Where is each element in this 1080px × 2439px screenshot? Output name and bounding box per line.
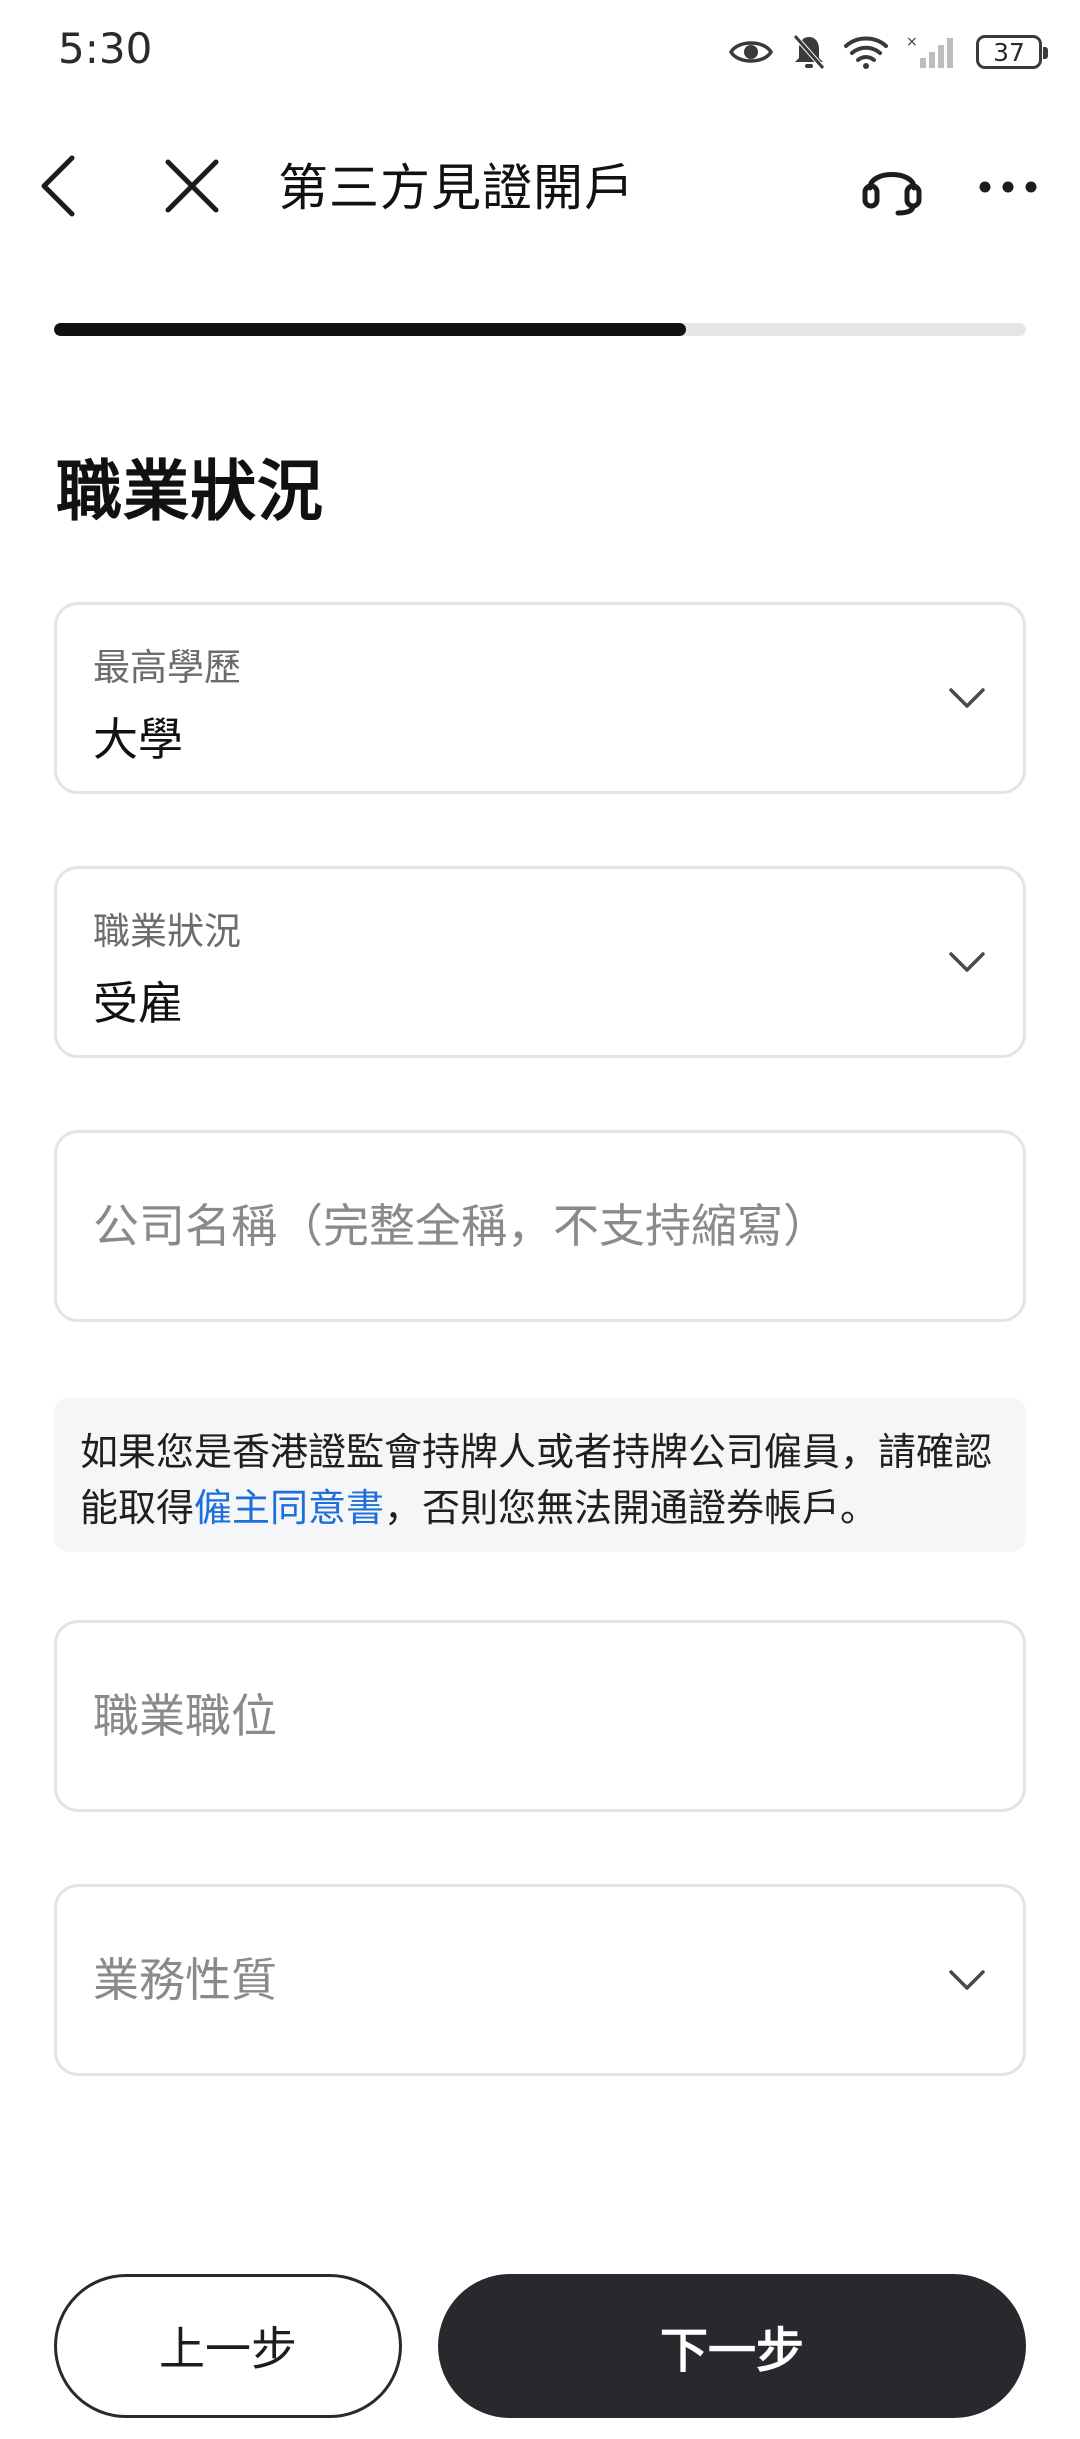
chevron-down-icon xyxy=(949,952,985,972)
business-nature-placeholder: 業務性質 xyxy=(93,1953,277,2007)
svg-text:×: × xyxy=(906,34,918,50)
nav-bar: 第三方見證開戶 xyxy=(0,130,1080,246)
employment-status-value: 受雇 xyxy=(93,977,184,1030)
battery-level: 37 xyxy=(993,37,1025,67)
notice-text-after: ，否則您無法開通證券帳戶。 xyxy=(384,1486,879,1530)
company-name-placeholder: 公司名稱（完整全稱，不支持縮寫） xyxy=(93,1199,829,1253)
status-time: 5:30 xyxy=(58,24,153,73)
back-chevron-icon xyxy=(36,154,80,222)
chevron-down-icon xyxy=(949,1970,985,1990)
chevron-down-icon xyxy=(949,688,985,708)
licensed-person-notice: 如果您是香港證監會持牌人或者持牌公司僱員，請確認能取得僱主同意書，否則您無法開通… xyxy=(54,1398,1026,1552)
signal-icon: × xyxy=(906,34,958,70)
bell-muted-icon xyxy=(792,33,826,71)
close-icon xyxy=(164,158,220,218)
job-position-input[interactable]: 職業職位 xyxy=(54,1620,1026,1812)
previous-step-button[interactable]: 上一步 xyxy=(54,2274,402,2418)
status-icons: × 37 xyxy=(728,28,1048,76)
employment-status-label: 職業狀況 xyxy=(93,910,241,953)
battery-icon: 37 xyxy=(976,35,1048,69)
headset-icon xyxy=(860,156,924,220)
status-bar: 5:30 × 37 xyxy=(0,0,1080,104)
education-select[interactable]: 最高學歷 大學 xyxy=(54,602,1026,794)
progress-bar xyxy=(54,323,1026,336)
education-label: 最高學歷 xyxy=(93,646,241,689)
more-icon xyxy=(978,179,1038,198)
more-button[interactable] xyxy=(960,130,1056,246)
company-name-input[interactable]: 公司名稱（完整全稱，不支持縮寫） xyxy=(54,1130,1026,1322)
next-step-button[interactable]: 下一步 xyxy=(438,2274,1026,2418)
close-button[interactable] xyxy=(144,130,240,246)
eye-icon xyxy=(728,36,774,68)
page-title: 第三方見證開戶 xyxy=(278,159,635,217)
business-nature-select[interactable]: 業務性質 xyxy=(54,1884,1026,2076)
education-value: 大學 xyxy=(93,713,184,766)
employment-status-select[interactable]: 職業狀況 受雇 xyxy=(54,866,1026,1058)
progress-fill xyxy=(54,323,686,336)
employer-consent-link[interactable]: 僱主同意書 xyxy=(194,1486,384,1530)
section-title: 職業狀況 xyxy=(56,453,324,530)
back-button[interactable] xyxy=(10,130,106,246)
wifi-icon xyxy=(844,35,888,69)
job-position-placeholder: 職業職位 xyxy=(93,1689,277,1743)
customer-support-button[interactable] xyxy=(844,130,940,246)
